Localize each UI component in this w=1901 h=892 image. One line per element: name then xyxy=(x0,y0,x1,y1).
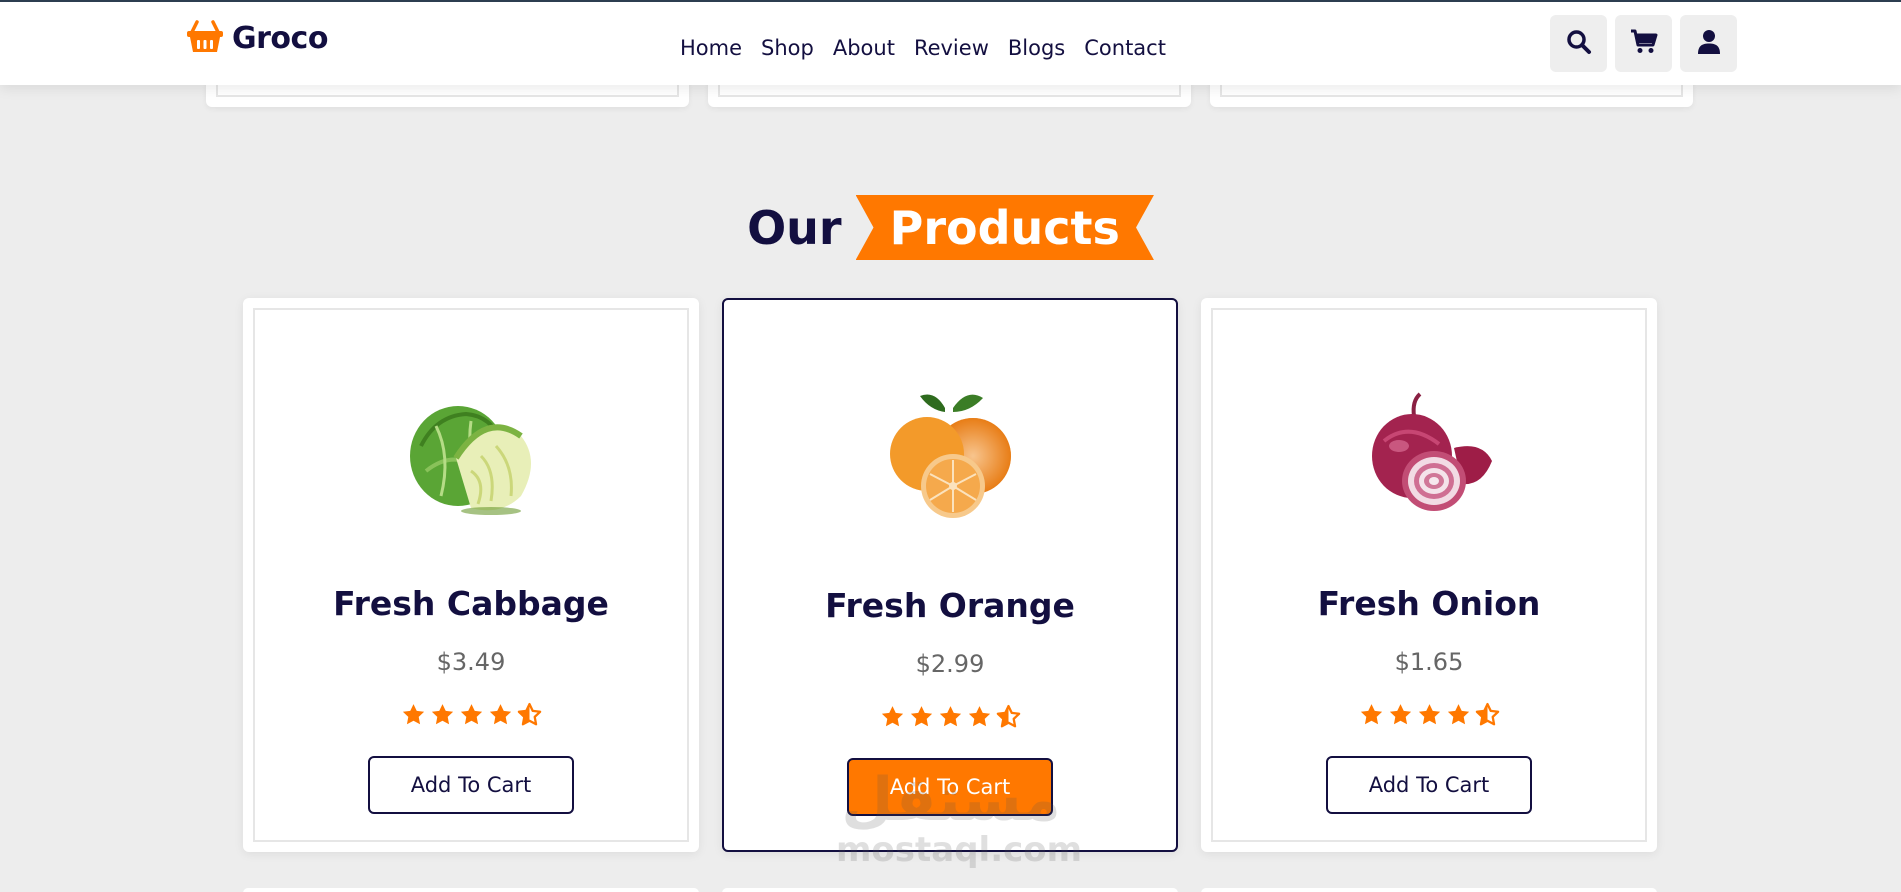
star-half-icon xyxy=(996,704,1021,733)
product-name: Fresh Orange xyxy=(825,586,1075,625)
star-icon xyxy=(909,704,934,733)
product-price: $3.49 xyxy=(436,648,506,676)
nav-contact[interactable]: Contact xyxy=(1084,36,1166,60)
add-to-cart-button[interactable]: Add To Cart xyxy=(1326,756,1532,814)
logo-text: Groco xyxy=(232,20,328,56)
star-icon xyxy=(967,704,992,733)
orange-image xyxy=(875,388,1025,528)
cart-button[interactable] xyxy=(1615,15,1672,72)
product-card: Fresh Cabbage $3.49 Add To Cart xyxy=(243,298,699,852)
star-icon xyxy=(1417,702,1442,731)
star-half-icon xyxy=(517,702,542,731)
heading-plain: Our xyxy=(747,200,842,255)
star-icon xyxy=(459,702,484,731)
star-icon xyxy=(430,702,455,731)
rating-stars xyxy=(243,702,699,731)
nav-home[interactable]: Home xyxy=(680,36,742,60)
product-card: Fresh Orange $2.99 Add To Cart xyxy=(722,298,1178,852)
basket-icon xyxy=(186,18,224,58)
product-card: Fresh Onion $1.65 Add To Cart xyxy=(1201,298,1657,852)
star-half-icon xyxy=(1475,702,1500,731)
star-icon xyxy=(488,702,513,731)
nav-blogs[interactable]: Blogs xyxy=(1008,36,1065,60)
star-icon xyxy=(1388,702,1413,731)
add-to-cart-button[interactable]: Add To Cart xyxy=(847,758,1053,816)
star-icon xyxy=(938,704,963,733)
product-name: Fresh Cabbage xyxy=(333,584,609,623)
site-header: Groco Home Shop About Review Blogs Conta… xyxy=(0,0,1901,85)
cart-icon xyxy=(1630,29,1658,59)
star-icon xyxy=(880,704,905,733)
user-icon xyxy=(1697,29,1721,59)
cabbage-image xyxy=(396,386,546,526)
search-icon xyxy=(1566,29,1592,59)
onion-image xyxy=(1354,386,1504,526)
add-to-cart-button[interactable]: Add To Cart xyxy=(368,756,574,814)
next-card xyxy=(722,888,1178,892)
rating-stars xyxy=(1201,702,1657,731)
star-icon xyxy=(1359,702,1384,731)
nav-review[interactable]: Review xyxy=(914,36,989,60)
next-card xyxy=(243,888,699,892)
heading-highlight: Products xyxy=(855,195,1154,260)
nav-about[interactable]: About xyxy=(833,36,895,60)
user-button[interactable] xyxy=(1680,15,1737,72)
star-icon xyxy=(401,702,426,731)
nav-shop[interactable]: Shop xyxy=(761,36,814,60)
star-icon xyxy=(1446,702,1471,731)
next-card xyxy=(1201,888,1657,892)
section-heading: Our Products xyxy=(0,195,1901,260)
search-button[interactable] xyxy=(1550,15,1607,72)
product-price: $1.65 xyxy=(1394,648,1464,676)
product-price: $2.99 xyxy=(915,650,985,678)
logo[interactable]: Groco xyxy=(186,18,328,58)
product-name: Fresh Onion xyxy=(1317,584,1541,623)
main-nav: Home Shop About Review Blogs Contact xyxy=(680,30,1185,66)
rating-stars xyxy=(724,704,1176,733)
